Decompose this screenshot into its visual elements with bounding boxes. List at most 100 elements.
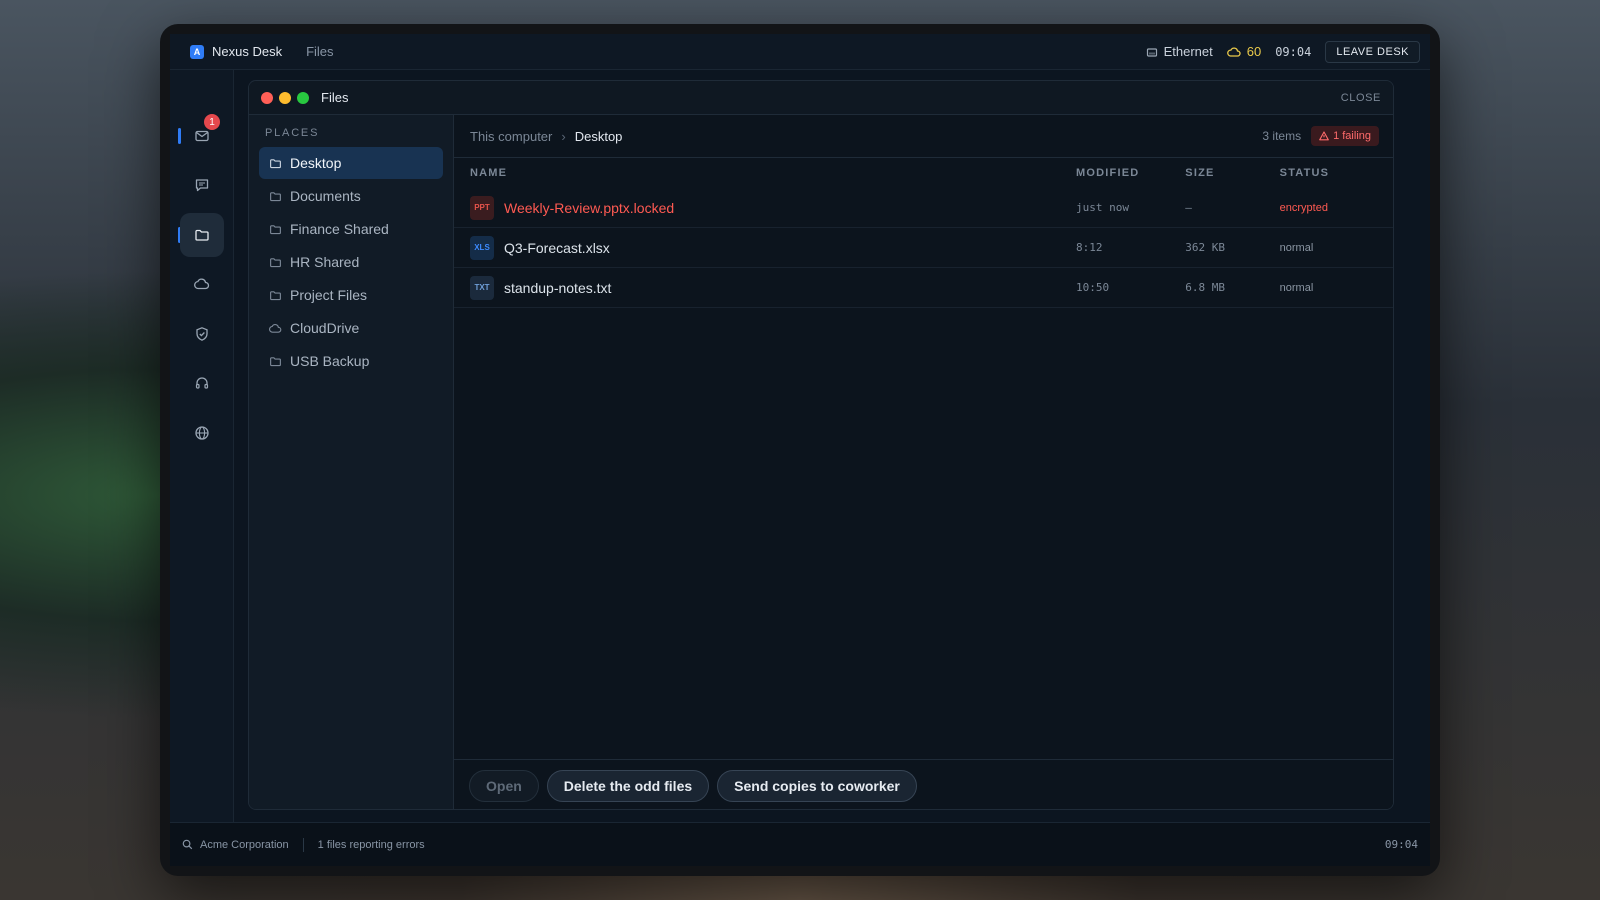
breadcrumb-separator: › [561,128,566,144]
failing-count: 1 failing [1333,130,1371,142]
place-label: HR Shared [290,254,360,270]
ethernet-icon [1146,47,1157,57]
send-copies-button[interactable]: Send copies to coworker [717,769,917,802]
breadcrumb-root[interactable]: This computer [470,129,552,144]
cloud-icon [269,323,282,333]
places-sidebar: PLACES Desktop Documents Finance Shared … [249,115,454,809]
failing-badge[interactable]: 1 failing [1311,126,1379,146]
file-status: normal [1279,241,1314,254]
weather-status[interactable]: 60 [1226,44,1262,59]
place-label: Documents [290,188,361,204]
folder-icon [270,158,281,168]
close-window-button[interactable]: CLOSE [1341,92,1381,104]
ppt-file-icon: PPT [470,195,494,220]
file-name-cell: PPT Weekly-Review.pptx.locked [470,195,1076,220]
file-status: encrypted [1279,201,1328,214]
app-rail: 1 [170,70,234,822]
txt-file-icon: TXT [470,275,494,300]
shield-icon [196,327,208,341]
folder-icon [270,191,281,201]
file-size: 362 KB [1185,241,1226,254]
item-count: 3 items [1262,129,1302,143]
file-name: Q3-Forecast.xlsx [504,239,610,256]
app-logo: A [190,44,204,59]
status-divider [302,837,304,852]
network-label: Ethernet [1163,44,1213,59]
places-heading: PLACES [265,127,320,139]
file-size: — [1185,201,1192,214]
maximize-dot[interactable] [297,91,309,104]
open-button[interactable]: Open [469,769,539,802]
minimize-dot[interactable] [279,91,291,104]
status-bar: Acme Corporation 1 files reporting error… [170,822,1430,866]
file-name: Weekly-Review.pptx.locked [504,199,675,216]
top-bar: A Nexus Desk Files Ethernet 60 09:04 LEA… [170,34,1430,70]
rail-item-mail[interactable]: 1 [180,114,224,158]
header-modified[interactable]: MODIFIED [1076,167,1185,179]
header-size[interactable]: SIZE [1185,167,1279,179]
current-app-label: Files [306,44,334,59]
cloud-icon [194,278,210,290]
breadcrumb-current: Desktop [574,128,623,144]
table-row[interactable]: PPT Weekly-Review.pptx.locked just now —… [454,188,1393,228]
mail-unread-badge: 1 [204,114,220,130]
organization-name: Acme Corporation [200,838,289,851]
window-title: Files [321,90,349,105]
window-titlebar[interactable]: Files CLOSE [249,81,1393,115]
file-size: 6.8 MB [1185,281,1226,294]
place-label: Finance Shared [290,221,389,237]
header-status[interactable]: STATUS [1280,167,1379,179]
table-header: NAME MODIFIED SIZE STATUS [454,158,1393,188]
place-finance-shared[interactable]: Finance Shared [259,213,443,245]
rail-item-support[interactable] [180,361,224,405]
table-row[interactable]: TXT standup-notes.txt 10:50 6.8 MB norma… [454,268,1393,308]
place-label: Project Files [290,287,368,303]
file-modified: 8:12 [1076,241,1103,254]
status-clock: 09:04 [1384,838,1418,851]
rail-item-security[interactable] [180,312,224,356]
action-bar: Open Delete the odd files Send copies to… [454,759,1393,809]
place-label: Desktop [290,155,342,171]
xls-file-icon: XLS [470,235,494,260]
delete-odd-files-button[interactable]: Delete the odd files [546,769,710,802]
error-summary[interactable]: 1 files reporting errors [318,839,425,851]
chat-icon [195,179,209,192]
file-name-cell: XLS Q3-Forecast.xlsx [470,235,1076,260]
folder-icon [270,257,281,267]
place-project-files[interactable]: Project Files [259,279,443,311]
place-hr-shared[interactable]: HR Shared [259,246,443,278]
search-icon[interactable] [182,839,193,850]
files-window: Files CLOSE PLACES Desktop Documents Fin… [248,80,1394,810]
place-desktop[interactable]: Desktop [259,147,443,179]
place-usb-backup[interactable]: USB Backup [259,345,443,377]
folder-icon [270,356,281,366]
rail-item-browser[interactable] [180,411,224,455]
folder-icon [270,224,281,234]
close-dot[interactable] [261,91,273,104]
clock: 09:04 [1275,44,1312,59]
place-clouddrive[interactable]: CloudDrive [259,312,443,344]
folder-icon [195,229,209,241]
cloud-icon [1226,46,1241,57]
file-browser: This computer › Desktop 3 items 1 failin… [454,115,1393,809]
desktop-screen: A Nexus Desk Files Ethernet 60 09:04 LEA… [170,34,1430,866]
leave-desk-button[interactable]: LEAVE DESK [1325,40,1420,63]
header-name[interactable]: NAME [470,167,1076,179]
table-row[interactable]: XLS Q3-Forecast.xlsx 8:12 362 KB normal [454,228,1393,268]
rail-item-chat[interactable] [180,163,224,207]
file-status: normal [1279,281,1314,294]
place-documents[interactable]: Documents [259,180,443,212]
weather-value: 60 [1246,44,1262,59]
rail-item-files[interactable] [180,213,224,257]
mail-icon [195,130,209,142]
warning-icon [1319,131,1329,141]
place-label: CloudDrive [290,320,360,336]
rail-item-cloud[interactable] [180,262,224,306]
network-status[interactable]: Ethernet [1146,44,1213,59]
folder-icon [270,290,281,300]
file-name-cell: TXT standup-notes.txt [470,275,1076,300]
place-label: USB Backup [290,353,370,369]
app-name: Nexus Desk [212,44,283,59]
breadcrumb: This computer › Desktop 3 items 1 failin… [454,115,1393,158]
globe-icon [195,426,209,440]
